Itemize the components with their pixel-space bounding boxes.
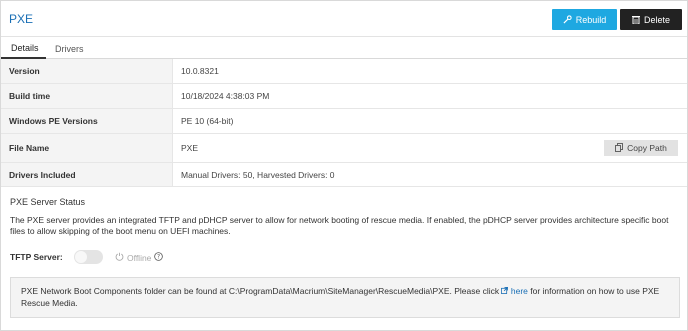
row-label-version: Version bbox=[1, 59, 173, 83]
row-label-build-time: Build time bbox=[1, 84, 173, 108]
trash-icon bbox=[631, 15, 640, 24]
table-row: Build time 10/18/2024 4:38:03 PM bbox=[1, 84, 687, 109]
row-label-windows-pe: Windows PE Versions bbox=[1, 109, 173, 133]
row-label-file-name: File Name bbox=[1, 134, 173, 162]
table-row: Drivers Included Manual Drivers: 50, Har… bbox=[1, 163, 687, 187]
rebuild-button[interactable]: Rebuild bbox=[552, 9, 617, 30]
tftp-server-toggle[interactable] bbox=[74, 250, 103, 264]
copy-path-label: Copy Path bbox=[627, 143, 667, 153]
rebuild-label: Rebuild bbox=[575, 14, 607, 25]
row-value-file-name-cell: PXE Copy Path bbox=[173, 134, 687, 162]
details-table: Version 10.0.8321 Build time 10/18/2024 … bbox=[1, 59, 687, 187]
tab-drivers[interactable]: Drivers bbox=[55, 38, 84, 59]
delete-button[interactable]: Delete bbox=[620, 9, 682, 30]
table-row: Version 10.0.8321 bbox=[1, 59, 687, 84]
svg-text:?: ? bbox=[157, 255, 160, 261]
table-row: File Name PXE Copy Path bbox=[1, 134, 687, 163]
page-title: PXE bbox=[9, 12, 34, 26]
info-text-before: PXE Network Boot Components folder can b… bbox=[21, 286, 502, 296]
row-value-drivers: Manual Drivers: 50, Harvested Drivers: 0 bbox=[181, 169, 335, 180]
row-value-windows-pe: PE 10 (64-bit) bbox=[181, 116, 234, 126]
toggle-knob bbox=[75, 251, 87, 263]
pxe-status-description: The PXE server provides an integrated TF… bbox=[10, 215, 669, 236]
copy-icon bbox=[615, 142, 624, 154]
copy-path-button[interactable]: Copy Path bbox=[604, 140, 678, 156]
tftp-status: Offline ? bbox=[115, 252, 164, 263]
wrench-icon bbox=[563, 15, 572, 24]
tab-details[interactable]: Details bbox=[1, 38, 46, 59]
tab-bar: Details Drivers bbox=[1, 38, 687, 59]
row-value-build-time: 10/18/2024 4:38:03 PM bbox=[181, 91, 270, 101]
row-label-drivers: Drivers Included bbox=[1, 163, 173, 186]
info-box: PXE Network Boot Components folder can b… bbox=[10, 277, 680, 318]
row-value-file-name: PXE bbox=[181, 143, 199, 153]
delete-label: Delete bbox=[643, 14, 670, 25]
help-link[interactable]: here bbox=[501, 286, 528, 296]
power-icon bbox=[115, 252, 124, 263]
pxe-panel: PXE Rebuild Delete Details Drivers Versi… bbox=[0, 0, 688, 331]
row-value-version: 10.0.8321 bbox=[181, 66, 219, 76]
panel-header: PXE Rebuild Delete bbox=[1, 1, 687, 37]
table-row: Windows PE Versions PE 10 (64-bit) bbox=[1, 109, 687, 134]
help-icon[interactable]: ? bbox=[154, 252, 164, 263]
pxe-status-title: PXE Server Status bbox=[10, 197, 86, 207]
external-link-icon bbox=[501, 286, 509, 296]
tftp-server-label: TFTP Server: bbox=[10, 252, 63, 262]
tftp-status-text: Offline bbox=[127, 252, 152, 263]
help-link-text: here bbox=[510, 286, 528, 296]
